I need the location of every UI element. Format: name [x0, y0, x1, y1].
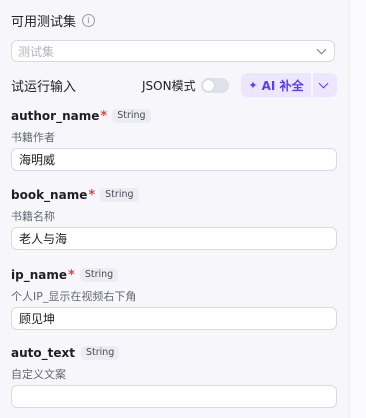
required-marker: * [88, 187, 96, 203]
auto-text-input[interactable] [11, 385, 337, 408]
chevron-down-icon [316, 44, 327, 55]
type-badge: String [100, 188, 139, 202]
json-mode-label: JSON模式 [142, 78, 196, 93]
field-value: 海明威 [19, 153, 56, 167]
type-badge: String [80, 346, 120, 360]
test-set-placeholder: 测试集 [18, 44, 55, 59]
json-mode-toggle[interactable] [201, 78, 229, 93]
ai-complete-dropdown[interactable] [313, 73, 337, 97]
ip-name-input[interactable]: 顾见坤 [11, 307, 337, 330]
field-description: 书籍作者 [11, 131, 55, 144]
ai-complete-label: AI 补全 [261, 78, 304, 93]
field-description: 书籍名称 [11, 210, 55, 223]
field-value: 老人与海 [19, 232, 68, 246]
field-auto-text: auto_text String 自定义文案 [11, 345, 337, 408]
scroll-gutter [349, 0, 366, 418]
run-input-title: 试运行输入 [11, 79, 77, 95]
field-description: 个人IP_显示在视频右下角 [11, 290, 137, 303]
book-name-input[interactable]: 老人与海 [11, 227, 337, 250]
test-set-select[interactable]: 测试集 [11, 40, 335, 62]
field-name: ip_name [11, 268, 67, 282]
required-marker: * [100, 108, 108, 124]
field-value: 顾见坤 [19, 312, 56, 326]
chevron-down-icon [318, 78, 329, 89]
required-marker: * [68, 267, 75, 283]
toggle-knob [203, 80, 214, 91]
field-author-name: author_name * String 书籍作者 海明威 [11, 108, 337, 171]
author-name-input[interactable]: 海明威 [11, 148, 337, 171]
info-icon[interactable]: i [82, 14, 96, 27]
type-badge: String [112, 109, 151, 123]
field-ip-name: ip_name * String 个人IP_显示在视频右下角 顾见坤 [11, 267, 337, 330]
run-input-header: 试运行输入 JSON模式 ✦ AI 补全 [11, 73, 337, 97]
field-description: 自定义文案 [11, 368, 66, 381]
field-name: author_name [11, 109, 100, 123]
ai-complete-button[interactable]: ✦ AI 补全 [241, 73, 311, 97]
field-book-name: book_name * String 书籍名称 老人与海 [11, 187, 337, 250]
test-set-header: 可用测试集 i [11, 11, 96, 30]
field-name: book_name [11, 188, 88, 202]
test-set-title: 可用测试集 [11, 15, 77, 30]
field-name: auto_text [11, 346, 75, 360]
sparkle-icon: ✦ [248, 78, 258, 92]
type-badge: String [79, 268, 119, 282]
